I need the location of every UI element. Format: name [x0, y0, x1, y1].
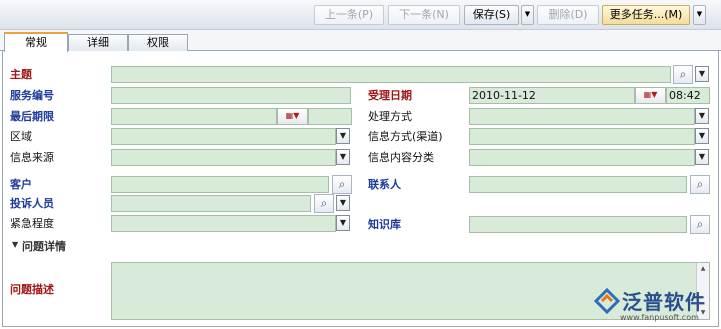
accept-time-value: 08:42: [669, 89, 701, 102]
knowledge-label: 知识库: [368, 218, 401, 231]
service-no-label: 服务编号: [10, 89, 54, 102]
deadline-time-field[interactable]: [308, 108, 352, 125]
info-channel-chevron-down-icon[interactable]: ▼: [695, 128, 709, 144]
info-channel-label: 信息方式(渠道): [368, 130, 443, 143]
deadline-calendar-icon[interactable]: ▦▼: [277, 108, 308, 125]
info-category-chevron-down-icon[interactable]: ▼: [695, 149, 709, 165]
collapse-triangle-icon[interactable]: ▼: [12, 240, 18, 249]
logo-url-text: www.fanpusoft.com: [620, 313, 699, 322]
fanpu-logo: 泛普软件 www.fanpusoft.com: [592, 285, 717, 325]
next-record-button[interactable]: 下一条(N): [388, 5, 460, 25]
handling-select[interactable]: [469, 108, 695, 125]
subject-chevron-down-icon[interactable]: ▼: [695, 66, 709, 82]
region-label: 区域: [10, 130, 32, 143]
prev-record-button[interactable]: 上一条(P): [314, 5, 384, 25]
tab-bar: 常规 详细 权限: [0, 30, 721, 52]
info-source-chevron-down-icon[interactable]: ▼: [336, 149, 350, 165]
tab-permissions[interactable]: 权限: [128, 34, 188, 51]
fanpu-logo-mark-icon: [594, 288, 620, 314]
info-category-label: 信息内容分类: [368, 151, 434, 164]
contact-search-icon[interactable]: ⌕: [690, 175, 710, 194]
urgency-label: 紧急程度: [10, 217, 54, 230]
complainant-search-icon[interactable]: ⌕: [314, 194, 334, 213]
urgency-chevron-down-icon[interactable]: ▼: [336, 215, 350, 231]
deadline-label: 最后期限: [10, 110, 54, 123]
accept-date-field[interactable]: 2010-11-12: [469, 87, 635, 104]
info-source-label: 信息来源: [10, 151, 54, 164]
more-tasks-chevron-down-icon[interactable]: ▼: [693, 5, 706, 25]
info-channel-select[interactable]: [469, 128, 695, 145]
handling-chevron-down-icon[interactable]: ▼: [695, 108, 709, 124]
subject-field[interactable]: [111, 66, 671, 83]
tab-general[interactable]: 常规: [4, 32, 68, 52]
region-select[interactable]: [111, 128, 336, 145]
region-chevron-down-icon[interactable]: ▼: [336, 128, 350, 144]
logo-text: 泛普软件: [622, 290, 706, 314]
complainant-chevron-down-icon[interactable]: ▼: [336, 195, 350, 211]
accept-time-field[interactable]: 08:42: [666, 87, 710, 104]
more-tasks-button[interactable]: 更多任务...(M): [602, 5, 690, 25]
save-options-chevron-down-icon[interactable]: ▼: [521, 5, 534, 25]
knowledge-search-icon[interactable]: ⌕: [690, 215, 710, 234]
info-category-select[interactable]: [469, 149, 695, 166]
info-source-select[interactable]: [111, 149, 336, 166]
scroll-up-icon[interactable]: ▲: [698, 264, 708, 274]
customer-search-icon[interactable]: ⌕: [332, 175, 352, 194]
complainant-label: 投诉人员: [10, 197, 54, 210]
deadline-date-field[interactable]: [111, 108, 277, 125]
complainant-field[interactable]: [111, 195, 311, 212]
accept-date-calendar-icon[interactable]: ▦▼: [635, 87, 666, 104]
knowledge-field[interactable]: [469, 216, 687, 233]
customer-label: 客户: [10, 178, 32, 191]
handling-label: 处理方式: [368, 110, 412, 123]
contact-label: 联系人: [368, 178, 401, 191]
customer-field[interactable]: [111, 176, 329, 193]
urgency-select[interactable]: [111, 215, 336, 232]
accept-date-value: 2010-11-12: [472, 89, 536, 102]
description-label: 问题描述: [10, 283, 54, 296]
subject-search-icon[interactable]: ⌕: [673, 65, 693, 84]
service-no-field[interactable]: [111, 87, 351, 104]
accept-date-label: 受理日期: [368, 89, 412, 102]
toolbar: 上一条(P) 下一条(N) 保存(S) ▼ 删除(D) 更多任务...(M) ▼: [0, 0, 721, 30]
contact-field[interactable]: [469, 176, 687, 193]
save-button[interactable]: 保存(S): [464, 5, 519, 25]
subject-label: 主题: [10, 68, 32, 81]
tab-details[interactable]: 详细: [68, 34, 128, 51]
details-section-label[interactable]: 问题详情: [22, 240, 66, 253]
delete-button[interactable]: 删除(D): [537, 5, 599, 25]
